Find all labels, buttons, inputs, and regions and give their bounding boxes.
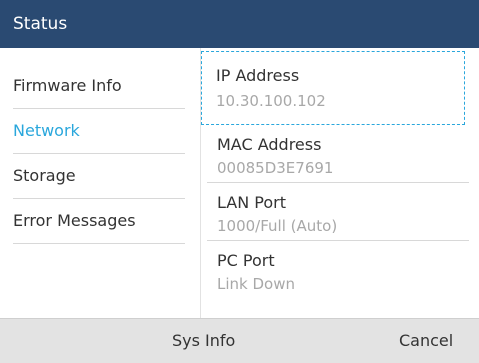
menu-item-label: Firmware Info [13,76,122,95]
menu-item-error-messages[interactable]: Error Messages [13,199,185,244]
page-title: Status [13,14,68,34]
field-value: 1000/Full (Auto) [217,217,338,235]
sys-info-softkey[interactable]: Sys Info [172,331,235,351]
phone-screen: Status Firmware Info Network Storage Err… [0,0,479,363]
field-label: MAC Address [217,135,322,154]
title-bar: Status [0,0,479,49]
field-label: IP Address [216,66,300,85]
field-value: 00085D3E7691 [217,159,334,177]
network-details: IP Address 10.30.100.102 MAC Address 000… [201,51,473,298]
softkey-bar: Sys Info Cancel [0,318,479,363]
status-menu: Firmware Info Network Storage Error Mess… [13,64,185,244]
pc-port-field[interactable]: PC Port Link Down [207,241,469,298]
menu-item-storage[interactable]: Storage [13,154,185,199]
menu-item-label: Storage [13,166,76,185]
mac-address-field[interactable]: MAC Address 00085D3E7691 [207,125,469,183]
cancel-softkey[interactable]: Cancel [399,331,453,351]
menu-item-label: Error Messages [13,211,136,230]
field-label: LAN Port [217,193,286,212]
menu-item-label: Network [13,121,80,140]
lan-port-field[interactable]: LAN Port 1000/Full (Auto) [207,183,469,241]
menu-item-firmware-info[interactable]: Firmware Info [13,64,185,109]
menu-item-network[interactable]: Network [13,109,185,154]
content-area: Firmware Info Network Storage Error Mess… [0,48,479,318]
field-value: 10.30.100.102 [216,92,326,110]
field-value: Link Down [217,275,295,293]
ip-address-field[interactable]: IP Address 10.30.100.102 [201,51,465,125]
field-label: PC Port [217,251,275,270]
